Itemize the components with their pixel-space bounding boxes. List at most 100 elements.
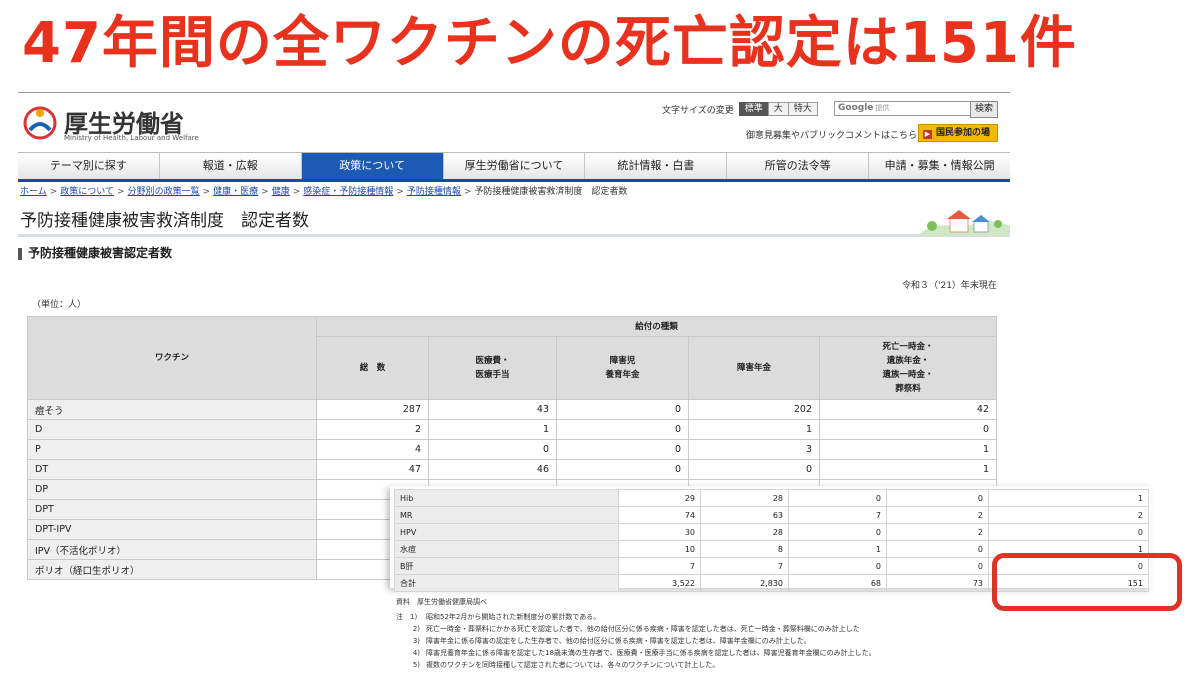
breadcrumb-link-health-medical[interactable]: 健康・医療 (213, 187, 258, 197)
vaccine-name: DPT-IPV (27, 519, 317, 540)
table-cell: 63 (700, 506, 789, 524)
death-total-highlight (992, 553, 1182, 611)
total-cell: 3,522 (618, 574, 701, 592)
public-comment-link[interactable]: 御意見募集やパブリックコメントはこちら (746, 128, 917, 141)
nav-item-about[interactable]: 厚生労働省について (444, 153, 586, 179)
divider (18, 92, 1010, 93)
table-cell: 46 (428, 459, 557, 480)
table-cell: 0 (688, 459, 820, 480)
mhlw-logo-icon (23, 106, 57, 140)
column-header: 医療費・ 医療手当 (428, 336, 557, 400)
table-cell: 42 (819, 399, 997, 420)
table-cell: 3 (688, 439, 820, 460)
footnote-number: 4) (412, 649, 420, 657)
vaccine-name: IPV（不活化ポリオ） (27, 539, 317, 560)
as-of-date: 令和３（'21）年末現在 (902, 281, 997, 291)
vaccine-header: ワクチン (27, 316, 317, 400)
table-cell: 1 (688, 419, 820, 440)
font-size-large-button[interactable]: 大 (767, 102, 789, 116)
vaccine-name: Hib (394, 489, 619, 507)
table-cell: 30 (618, 523, 701, 541)
title-underline (18, 234, 1010, 237)
table-cell: 0 (556, 399, 689, 420)
table-cell: 28 (700, 523, 789, 541)
breadcrumb-link-infection[interactable]: 感染症・予防接種情報 (303, 187, 393, 197)
breadcrumb-separator: > (117, 187, 125, 197)
arrow-right-icon: ▶ (923, 130, 932, 139)
breadcrumb-link-policy[interactable]: 政策について (60, 187, 114, 197)
table-cell: 43 (428, 399, 557, 420)
breadcrumb-link-policy-list[interactable]: 分野別の政策一覧 (128, 187, 200, 197)
table-row: DT 47 46 0 0 1 (27, 459, 997, 480)
footnote: 2) 死亡一時金・葬祭料にかかる死亡を認定した者で、他の給付区分に係る疾病・障害を… (396, 623, 876, 635)
footnote-text: 死亡一時金・葬祭料にかかる死亡を認定した者で、他の給付区分に係る疾病・障害を認定… (426, 625, 860, 633)
google-wordmark: Google (838, 103, 874, 113)
table-cell: 1 (819, 439, 997, 460)
table-cell: 0 (886, 540, 989, 558)
table-cell: 7 (700, 557, 789, 575)
nav-item-applications[interactable]: 申請・募集・情報公開 (869, 153, 1010, 179)
table-cell: 287 (316, 399, 429, 420)
table-row: P 4 0 0 3 1 (27, 439, 997, 460)
breadcrumb: ホーム > 政策について > 分野別の政策一覧 > 健康・医療 > 健康 > 感染症・予防接種情報 >… (20, 184, 627, 197)
table-cell: 0 (788, 523, 887, 541)
table-row: D 2 1 0 1 0 (27, 419, 997, 440)
table-cell: 8 (700, 540, 789, 558)
table-cell: 1 (788, 540, 887, 558)
table-cell: 4 (316, 439, 429, 460)
vaccine-name: DP (27, 479, 317, 500)
table-cell: 1 (428, 419, 557, 440)
nav-item-statistics[interactable]: 統計情報・白書 (585, 153, 728, 179)
vaccine-name: B肝 (394, 557, 619, 575)
vaccine-name: P (27, 439, 317, 460)
footnote-text: 障害児養育年金に係る障害を認定した18歳未満の生存者で、医療費・医療手当に係る疾… (426, 649, 876, 657)
site-search-input[interactable]: Google 提供 (834, 101, 973, 116)
footnote: 4) 障害児養育年金に係る障害を認定した18歳未満の生存者で、医療費・医療手当に係… (396, 647, 876, 659)
footnote: 3) 障害年金に係る障害の認定をした生存者で、他の給付区分に係る疾病・障害を認定し… (396, 635, 876, 647)
participation-button[interactable]: ▶ 国民参加の場 (918, 124, 998, 142)
table-cell: 74 (618, 506, 701, 524)
column-header: 死亡一時金・ 遺族年金・ 遺族一時金・ 葬祭料 (819, 336, 997, 400)
participation-button-label: 国民参加の場 (936, 128, 991, 138)
table-row: 痘そう 287 43 0 202 42 (27, 399, 997, 420)
font-size-standard-button[interactable]: 標準 (738, 102, 769, 116)
nav-item-themes[interactable]: テーマ別に探す (18, 153, 160, 179)
footnote-number: 注 1) (396, 613, 418, 621)
mhlw-logo[interactable]: 厚生労働省 Ministry of Health, Labour and Wel… (22, 104, 222, 150)
table-cell: 2 (886, 523, 989, 541)
breadcrumb-link-health[interactable]: 健康 (272, 187, 290, 197)
footnote-number: 3) (412, 637, 420, 645)
vaccine-name: DPT (27, 499, 317, 520)
font-size-label: 文字サイズの変更 (662, 105, 734, 116)
breadcrumb-link-home[interactable]: ホーム (20, 187, 47, 197)
total-cell: 68 (788, 574, 887, 592)
vaccine-name: ポリオ（経口生ポリオ） (27, 559, 317, 580)
vaccine-name: 水痘 (394, 540, 619, 558)
headline: 47年間の全ワクチンの死亡認定は151件 (22, 11, 1077, 76)
table-row: MR 74 63 7 2 2 (394, 506, 1149, 524)
total-cell: 73 (886, 574, 989, 592)
footnotes: 資料 厚生労働省健康局調べ 注 1) 昭和52年2月から開始された新制度分の累計数… (396, 596, 876, 671)
table-cell: 0 (556, 419, 689, 440)
table-row: Hib 29 28 0 0 1 (394, 489, 1149, 507)
nav-item-laws[interactable]: 所管の法令等 (727, 153, 870, 179)
nav-item-press[interactable]: 報道・広報 (160, 153, 302, 179)
table-cell: 202 (688, 399, 820, 420)
breadcrumb-separator: > (463, 187, 472, 197)
table-cell: 2 (316, 419, 429, 440)
breadcrumb-link-vaccination[interactable]: 予防接種情報 (407, 187, 461, 197)
footnote-number: 2) (412, 625, 420, 633)
nav-item-policy[interactable]: 政策について (301, 153, 444, 179)
table-cell: 7 (618, 557, 701, 575)
section-heading: 予防接種健康被害認定者数 (28, 246, 173, 260)
font-size-xlarge-button[interactable]: 特大 (787, 102, 818, 116)
breadcrumb-separator: > (261, 187, 269, 197)
table-cell: 0 (988, 523, 1149, 541)
vaccine-name: D (27, 419, 317, 440)
search-button[interactable]: 検索 (970, 101, 998, 118)
table-row: HPV 30 28 0 2 0 (394, 523, 1149, 541)
table-cell: 0 (788, 557, 887, 575)
table-cell: 0 (556, 439, 689, 460)
vaccine-name: HPV (394, 523, 619, 541)
global-nav: テーマ別に探す 報道・広報 政策について 厚生労働省について 統計情報・白書 所… (18, 152, 1010, 182)
